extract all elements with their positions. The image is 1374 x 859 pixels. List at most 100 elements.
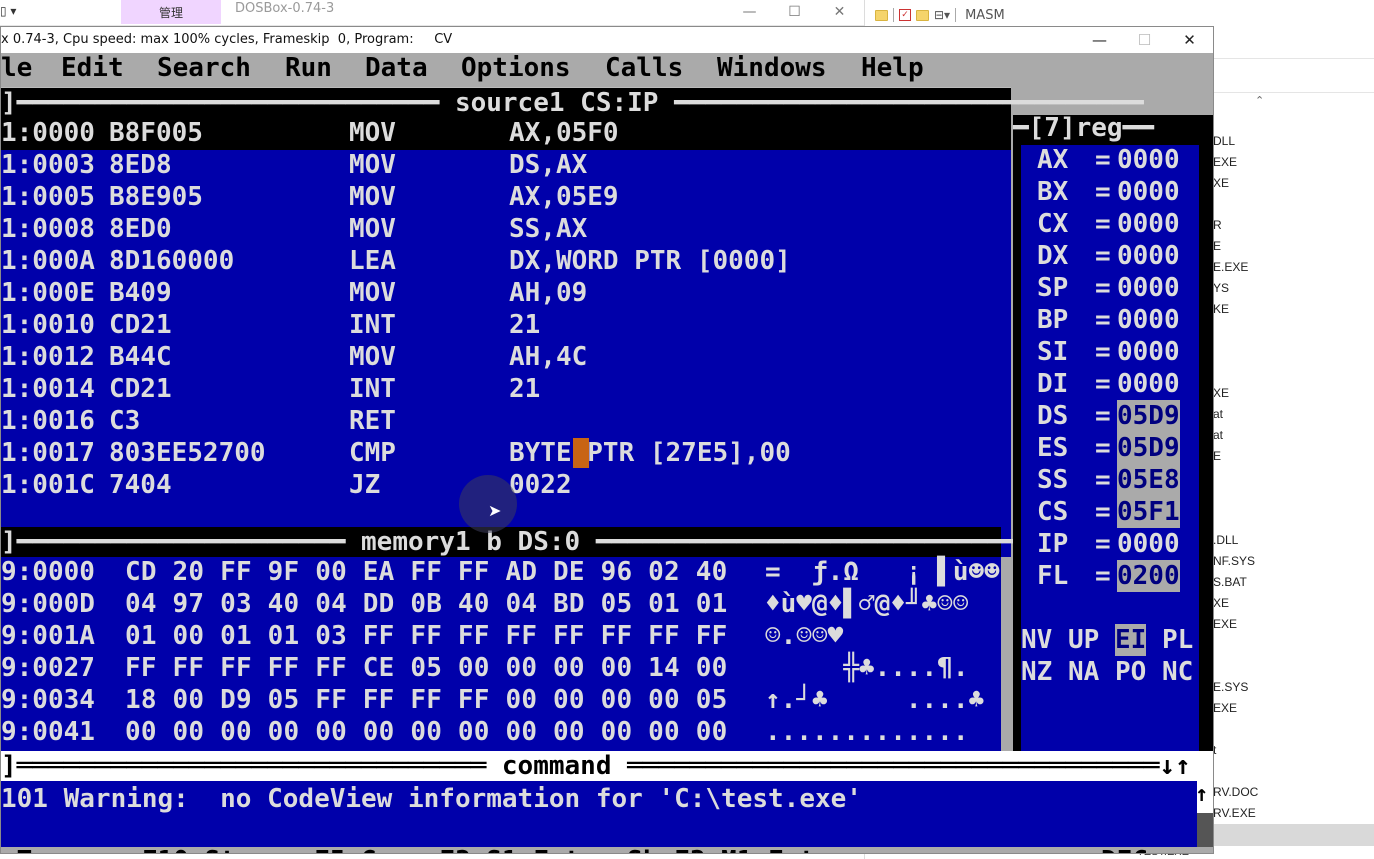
register-ds[interactable]: DS = 05D9 bbox=[1021, 400, 1199, 433]
register-cx[interactable]: CX = 0000 bbox=[1021, 209, 1199, 241]
file-item[interactable]: EXE bbox=[1213, 617, 1237, 631]
minimize-icon[interactable]: — bbox=[727, 0, 772, 24]
source-addr: 1:0017 bbox=[1, 438, 95, 468]
memory-hex: FF FF FF FF FF CE 05 00 00 00 00 14 00 bbox=[125, 653, 728, 683]
register-bp[interactable]: BP = 0000 bbox=[1021, 305, 1199, 337]
register-ip[interactable]: IP = 0000 bbox=[1021, 529, 1199, 561]
close-icon[interactable]: ✕ bbox=[1167, 27, 1212, 53]
memory-row[interactable]: 9:0027 FF FF FF FF FF CE 05 00 00 00 00 1… bbox=[1, 653, 1001, 685]
file-item[interactable]: EXE bbox=[1213, 701, 1237, 715]
maximize-icon[interactable]: ☐ bbox=[772, 0, 817, 24]
register-ax[interactable]: AX = 0000 bbox=[1021, 145, 1199, 177]
register-value: 0200 bbox=[1117, 560, 1180, 592]
source-line[interactable]: 1:0005 B8E905 MOV AX,05E9 bbox=[1, 182, 1011, 214]
register-dx[interactable]: DX = 0000 bbox=[1021, 241, 1199, 273]
register-name: FL bbox=[1037, 561, 1069, 591]
memory-window[interactable]: ]━━━━━━━━━━━━━━━━━━━━━ memory1 b DS:0 ━━… bbox=[1, 527, 1065, 751]
source-bytes: C3 bbox=[109, 406, 141, 436]
command-scroll-thumb[interactable] bbox=[1197, 813, 1213, 847]
file-item[interactable]: KE bbox=[1213, 302, 1229, 316]
memory-row[interactable]: 9:0041 00 00 00 00 00 00 00 00 00 00 00 0… bbox=[1, 717, 1001, 749]
register-cs[interactable]: CS = 05F1 bbox=[1021, 496, 1199, 529]
register-ss[interactable]: SS = 05E8 bbox=[1021, 464, 1199, 497]
flag-po[interactable]: PO bbox=[1115, 656, 1146, 688]
menu-calls[interactable]: Calls bbox=[605, 53, 683, 84]
register-es[interactable]: ES = 05D9 bbox=[1021, 432, 1199, 465]
file-item[interactable]: at bbox=[1213, 407, 1223, 421]
file-item[interactable]: XE bbox=[1213, 176, 1229, 190]
register-window[interactable]: ━[7]reg━━ AX = 0000 BX = 0000 CX = 0000 DX = 0000 SP… bbox=[1013, 113, 1213, 751]
flag-nv[interactable]: NV bbox=[1021, 624, 1052, 656]
menu-windows[interactable]: Windows bbox=[717, 53, 827, 84]
file-item[interactable]: E bbox=[1213, 239, 1221, 253]
file-item[interactable]: EXE bbox=[1213, 155, 1237, 169]
file-item[interactable]: .DLL bbox=[1213, 533, 1238, 547]
menu-help[interactable]: Help bbox=[861, 53, 924, 84]
menu-search[interactable]: Search bbox=[157, 53, 251, 84]
file-item[interactable]: E.EXE bbox=[1213, 260, 1248, 274]
file-item[interactable]: YS bbox=[1213, 281, 1229, 295]
properties-icon[interactable]: ✓ bbox=[899, 9, 911, 21]
minimize-icon[interactable]: — bbox=[1077, 27, 1122, 53]
source-line-current[interactable]: 1:0000 B8F005 MOV AX,05F0 bbox=[1, 118, 1011, 150]
quick-access-dropdown-icon[interactable]: ▯ ▾ bbox=[0, 4, 16, 18]
register-equals: = bbox=[1095, 305, 1111, 335]
file-item[interactable]: R bbox=[1213, 218, 1222, 232]
close-icon[interactable]: ✕ bbox=[817, 0, 862, 24]
new-folder-icon[interactable] bbox=[916, 9, 929, 21]
source-line[interactable]: 1:0016 C3 RET bbox=[1, 406, 1011, 438]
file-item[interactable]: RV.DOC bbox=[1213, 785, 1258, 799]
menu-options[interactable]: Options bbox=[461, 53, 571, 84]
command-window[interactable]: ]══════════════════════════════ command … bbox=[1, 751, 1213, 853]
flag-nc[interactable]: NC bbox=[1162, 656, 1193, 688]
flag-up[interactable]: UP bbox=[1068, 624, 1099, 656]
sort-chevron-up-icon[interactable]: ⌃ bbox=[1255, 94, 1264, 107]
source-line[interactable]: 1:0012 B44C MOV AH,4C bbox=[1, 342, 1011, 374]
register-sp[interactable]: SP = 0000 bbox=[1021, 273, 1199, 305]
ribbon-tab-manage[interactable]: 管理 bbox=[121, 0, 221, 24]
memory-row[interactable]: 9:001A 01 00 01 01 03 FF FF FF FF FF FF F… bbox=[1, 621, 1001, 653]
flag-pl[interactable]: PL bbox=[1162, 624, 1193, 656]
memory-row[interactable]: 9:0034 18 00 D9 05 FF FF FF FF 00 00 00 0… bbox=[1, 685, 1001, 717]
source-line[interactable]: 1:0008 8ED0 MOV SS,AX bbox=[1, 214, 1011, 246]
menu-edit[interactable]: Edit bbox=[61, 53, 124, 84]
flag-na[interactable]: NA bbox=[1068, 656, 1099, 688]
explorer-title: MASM bbox=[965, 7, 1005, 23]
source-line[interactable]: 1:0014 CD21 INT 21 bbox=[1, 374, 1011, 406]
menu-data[interactable]: Data bbox=[365, 53, 428, 84]
file-item[interactable]: S.BAT bbox=[1213, 575, 1247, 589]
source-line[interactable]: 1:0003 8ED8 MOV DS,AX bbox=[1, 150, 1011, 182]
file-item[interactable]: NF.SYS bbox=[1213, 554, 1255, 568]
mouse-pointer-icon: ➤ bbox=[488, 501, 502, 520]
menu-le[interactable]: le bbox=[1, 53, 32, 84]
memory-row[interactable]: 9:000D 04 97 03 40 04 DD 0B 40 04 BD 05 0… bbox=[1, 589, 1001, 621]
file-item[interactable]: E bbox=[1213, 449, 1221, 463]
function-key-hints[interactable]: =Trace> <F10=Step> <F5=Go> <F3=S1 Fmt> <… bbox=[1, 845, 831, 853]
scroll-up-icon[interactable]: ↑ bbox=[1195, 779, 1208, 811]
file-item[interactable]: DLL bbox=[1213, 134, 1235, 148]
file-item[interactable]: at bbox=[1213, 428, 1223, 442]
maximize-icon[interactable]: ☐ bbox=[1122, 27, 1167, 53]
radix-indicator[interactable]: DEC bbox=[1101, 845, 1148, 853]
register-si[interactable]: SI = 0000 bbox=[1021, 337, 1199, 369]
flag-ei[interactable]: EI bbox=[1115, 624, 1147, 656]
register-bx[interactable]: BX = 0000 bbox=[1021, 177, 1199, 209]
dosbox-titlebar[interactable]: x 0.74-3, Cpu speed: max 100% cycles, Fr… bbox=[1, 27, 1213, 53]
file-item[interactable]: XE bbox=[1213, 596, 1229, 610]
file-item[interactable]: RV.EXE bbox=[1213, 806, 1256, 820]
rename-icon[interactable]: ⊟▾ bbox=[934, 8, 950, 22]
memory-row[interactable]: 9:0000 CD 20 FF 9F 00 EA FF FF AD DE 96 0… bbox=[1, 557, 1001, 589]
source-line[interactable]: 1:0010 CD21 INT 21 bbox=[1, 310, 1011, 342]
file-item[interactable]: XE bbox=[1213, 386, 1229, 400]
file-item[interactable]: E.SYS bbox=[1213, 680, 1248, 694]
register-fl[interactable]: FL = 0200 bbox=[1021, 560, 1199, 593]
flag-nz[interactable]: NZ bbox=[1021, 656, 1052, 688]
register-di[interactable]: DI = 0000 bbox=[1021, 369, 1199, 401]
register-name: SI bbox=[1037, 337, 1069, 367]
status-bar: =Trace> <F10=Step> <F5=Go> <F3=S1 Fmt> <… bbox=[1, 845, 1213, 853]
menu-run[interactable]: Run bbox=[285, 53, 332, 84]
source-line[interactable]: 1:0017 803EE52700 CMP BYTE PTR [27E5],00 bbox=[1, 438, 1011, 470]
source-line[interactable]: 1:000A 8D160000 LEA DX,WORD PTR [0000] bbox=[1, 246, 1011, 278]
source-line[interactable]: 1:000E B409 MOV AH,09 bbox=[1, 278, 1011, 310]
codeview-screen[interactable]: le Edit Search Run Data Options Calls Windows He… bbox=[1, 53, 1213, 853]
